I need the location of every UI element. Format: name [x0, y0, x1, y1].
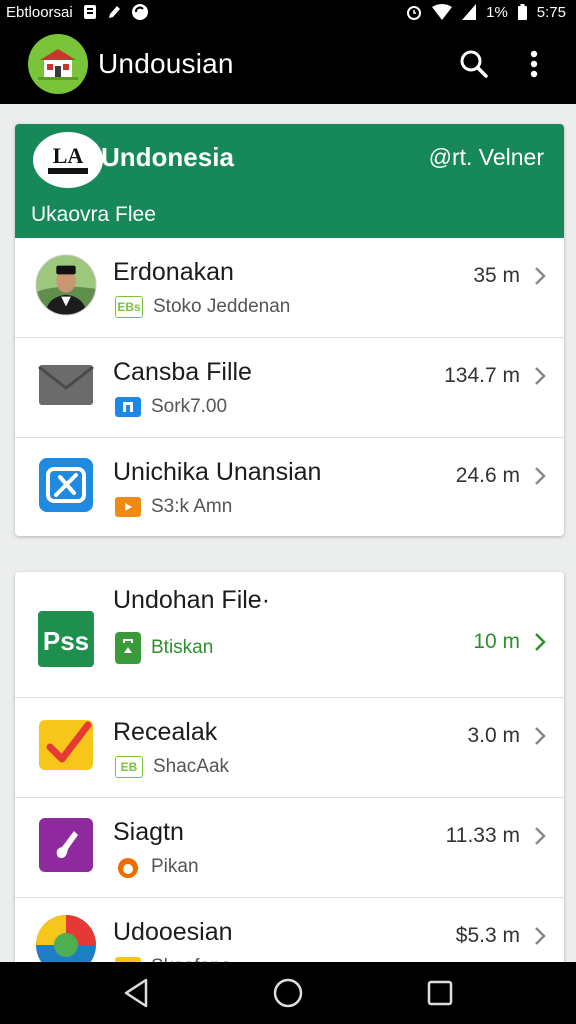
more-vert-icon [530, 50, 538, 78]
search-icon [460, 50, 488, 78]
item-title: Recealak [113, 718, 218, 746]
files-card-primary: LA Undonesia @rt. Velner Ukaovra Flee Er… [15, 124, 564, 536]
file-type-icon: EBs [115, 296, 143, 318]
music-note-icon [35, 814, 97, 876]
card-header: LA Undonesia @rt. Velner Ukaovra Flee [15, 124, 564, 238]
back-icon [124, 978, 148, 1008]
list-item[interactable]: Pss Undohan File· Btiskan 10 m [15, 572, 564, 698]
item-title: Unichika Unansian [113, 458, 322, 486]
app-icon-blue [35, 454, 97, 516]
list-item[interactable]: Siagtn Pikan 11.33 m [15, 798, 564, 898]
svg-text:Pss: Pss [43, 626, 89, 656]
list-item[interactable]: Recealak EB ShacAak 3.0 m [15, 698, 564, 798]
header-meta[interactable]: @rt. Velner [429, 144, 544, 171]
item-size: 10 m [473, 630, 520, 653]
search-button[interactable] [452, 42, 496, 86]
header-badge-text: LA [52, 143, 84, 168]
mail-icon [35, 354, 97, 416]
app-logo-icon [28, 34, 88, 94]
item-subtitle: Pikan [151, 856, 199, 877]
overflow-menu-button[interactable] [512, 42, 556, 86]
item-subtitle-row: EBs Stoko Jeddenan [115, 296, 290, 318]
app-bar: Undousian [0, 24, 576, 104]
status-bar: Ebtloorsai 1% 5:75 [0, 0, 576, 24]
recents-icon [427, 980, 453, 1006]
item-subtitle-row: S3:k Amn [115, 496, 232, 518]
avatar [35, 254, 97, 316]
home-button[interactable] [264, 969, 312, 1017]
battery-text: 1% [486, 3, 508, 21]
item-size: 11.33 m [445, 824, 520, 847]
navigation-bar [0, 962, 576, 1024]
home-icon [273, 978, 303, 1008]
item-title: Siagtn [113, 818, 184, 846]
chevron-right-icon [535, 467, 546, 485]
list-item[interactable]: Udooesian Skoofano $5.3 m [15, 898, 564, 972]
header-title: Undonesia [101, 142, 234, 172]
spreadsheet-icon: Pss [35, 608, 97, 670]
play-icon [115, 497, 141, 517]
item-subtitle: ShacAak [153, 756, 230, 777]
header-badge: LA [33, 132, 103, 188]
item-subtitle: Btiskan [151, 637, 214, 658]
header-badge-strip [48, 168, 88, 174]
chevron-right-icon [535, 727, 546, 745]
item-subtitle-row: EB ShacAak [115, 756, 229, 778]
sync-icon [131, 3, 149, 21]
item-title: Erdonakan [113, 258, 234, 286]
shopping-bag-icon [115, 632, 141, 664]
item-size: 3.0 m [467, 724, 520, 747]
item-title: Undohan File· [113, 586, 271, 614]
header-subtitle: Ukaovra Flee [31, 203, 156, 226]
chevron-right-icon [535, 367, 546, 385]
file-type-icon: EB [115, 756, 143, 778]
checklist-icon [35, 714, 97, 776]
item-subtitle-row: Pikan [115, 856, 199, 878]
item-subtitle: S3:k Amn [151, 496, 233, 517]
files-card-secondary: Pss Undohan File· Btiskan 10 m Recealak … [15, 572, 564, 972]
edit-icon [107, 4, 121, 20]
item-subtitle: Stoko Jeddenan [153, 296, 291, 317]
chevron-right-icon [535, 827, 546, 845]
signal-icon [462, 4, 477, 20]
recents-button[interactable] [416, 969, 464, 1017]
list-item[interactable]: Erdonakan EBs Stoko Jeddenan 35 m [15, 238, 564, 338]
back-button[interactable] [112, 969, 160, 1017]
flame-icon [115, 857, 141, 878]
carrier-label: Ebtloorsai [6, 3, 73, 21]
chevron-right-icon [535, 633, 546, 651]
item-title: Udooesian [113, 918, 233, 946]
notification-icon [83, 4, 97, 20]
document-icon [115, 397, 141, 417]
chevron-right-icon [535, 927, 546, 945]
list-item[interactable]: Unichika Unansian S3:k Amn 24.6 m [15, 438, 564, 536]
item-subtitle-row: Sork7.00 [115, 396, 227, 418]
clock: 5:75 [536, 3, 566, 21]
item-size: $5.3 m [455, 924, 520, 947]
item-subtitle-row: Btiskan [115, 632, 213, 664]
item-subtitle: Sork7.00 [151, 396, 228, 417]
item-title: Cansba Fille [113, 358, 252, 386]
item-size: 35 m [473, 264, 520, 287]
chevron-right-icon [535, 267, 546, 285]
battery-icon [517, 4, 527, 20]
wifi-icon [432, 4, 453, 20]
item-size: 24.6 m [455, 464, 520, 487]
app-title: Undousian [98, 48, 234, 79]
item-size: 134.7 m [444, 364, 520, 387]
list-item[interactable]: Cansba Fille Sork7.00 134.7 m [15, 338, 564, 438]
alarm-icon [406, 4, 422, 20]
